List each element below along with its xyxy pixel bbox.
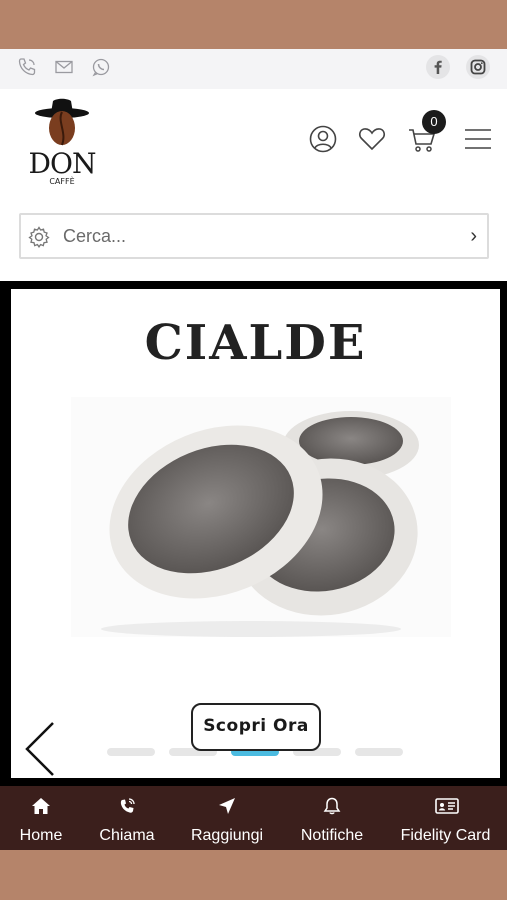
brand-name: DON [28, 147, 97, 180]
hero-slide[interactable]: CIALDE Scopri Ora [11, 289, 500, 778]
menu-icon[interactable] [463, 124, 493, 154]
facebook-icon[interactable] [426, 55, 450, 79]
user-icon[interactable] [308, 124, 338, 154]
slider-dot[interactable] [107, 748, 155, 756]
nav-item-directions[interactable]: Raggiungi [184, 786, 270, 850]
nav-item-fidelity-card[interactable]: Fidelity Card [394, 786, 497, 850]
location-arrow-icon [219, 798, 235, 814]
bell-icon [323, 797, 341, 815]
search-submit-chevron[interactable]: › [470, 223, 477, 249]
search-bar[interactable]: › [19, 213, 489, 259]
home-icon [32, 798, 50, 814]
brand-logo[interactable]: DON CAFFÈ [24, 97, 100, 186]
cart-count-badge: 0 [422, 110, 446, 134]
nav-label-notifications: Notifiche [300, 827, 364, 844]
phone-ring-icon [120, 798, 135, 813]
id-card-icon [435, 798, 459, 814]
instagram-icon[interactable] [466, 55, 490, 79]
coffee-bean-hat-icon [35, 98, 89, 146]
heart-icon[interactable] [357, 124, 387, 154]
nav-label-fidelity-card: Fidelity Card [400, 827, 491, 844]
nav-label-directions: Raggiungi [190, 827, 264, 844]
gear-icon [28, 226, 50, 248]
slider-dot[interactable] [355, 748, 403, 756]
chevron-left-icon[interactable] [23, 721, 59, 777]
coffee-pods-image [71, 397, 451, 637]
nav-item-notifications[interactable]: Notifiche [290, 786, 374, 850]
search-input[interactable] [63, 223, 443, 249]
hero-slider: CIALDE Scopri Ora [0, 281, 507, 788]
bottom-frame-band [0, 850, 507, 900]
top-frame-band [0, 0, 507, 49]
discover-button[interactable]: Scopri Ora [191, 703, 321, 751]
app-screen: DON CAFFÈ 0 › CIALDE [0, 49, 507, 850]
whatsapp-icon[interactable] [91, 57, 111, 77]
contact-bar [0, 49, 507, 89]
slide-title: CIALDE [144, 315, 367, 371]
mail-icon[interactable] [54, 57, 74, 77]
nav-label-home: Home [19, 827, 63, 844]
nav-label-call: Chiama [99, 827, 155, 844]
phone-icon[interactable] [17, 57, 37, 77]
bottom-nav: Home Chiama Raggiungi Notifiche Fidelity… [0, 786, 507, 850]
brand-tagline: CAFFÈ [49, 177, 75, 186]
nav-item-home[interactable]: Home [0, 786, 82, 850]
nav-item-call[interactable]: Chiama [87, 786, 167, 850]
site-header: DON CAFFÈ 0 [0, 89, 507, 201]
